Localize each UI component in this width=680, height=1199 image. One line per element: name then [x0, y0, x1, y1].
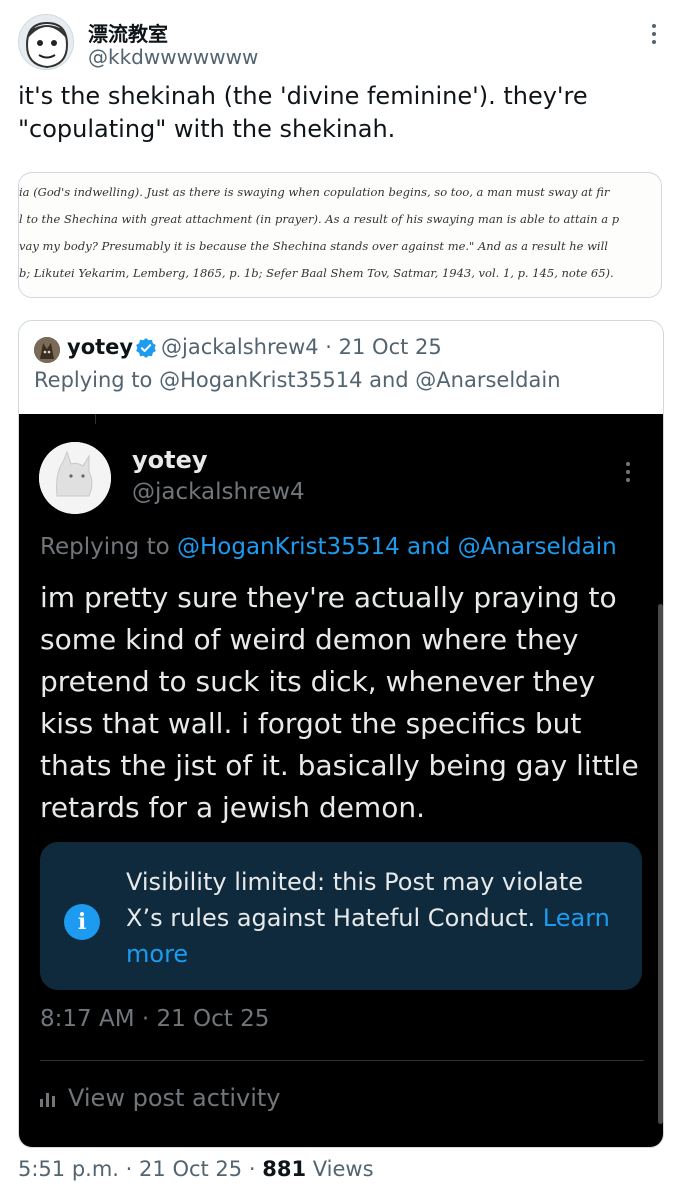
visibility-notice: i Visibility limited: this Post may viol… — [40, 842, 642, 990]
views-count: 881 — [262, 1157, 307, 1181]
book-line: l to the Shechina with great attachment … — [19, 212, 620, 226]
quote-replying-to: Replying to @HoganKrist35514 and @Anarse… — [34, 368, 561, 392]
embedded-replying-to: Replying to @HoganKrist35514 and @Anarse… — [40, 534, 617, 560]
author-handle[interactable]: @kkdwwwwwww — [88, 45, 258, 69]
scrollbar — [658, 604, 663, 1124]
book-line: ia (God's indwelling). Just as there is … — [19, 185, 610, 199]
embedded-more-icon — [626, 462, 632, 486]
views-label: Views — [312, 1157, 374, 1181]
book-line: b; Likutei Yekarim, Lemberg, 1865, p. 1b… — [19, 266, 614, 280]
author-avatar[interactable] — [18, 14, 74, 70]
quote-author-name: yotey — [67, 335, 134, 359]
separator: · — [125, 1157, 133, 1181]
analytics-icon — [40, 1091, 60, 1107]
embedded-post-text: im pretty sure they're actually praying … — [40, 581, 639, 824]
tweet-header: 漂流教室 @kkdwwwwwww — [18, 10, 662, 70]
embedded-author-handle: @jackalshrew4 — [132, 479, 305, 505]
embedded-screenshot: yotey @jackalshrew4 Replying to @HoganKr… — [19, 414, 663, 1147]
book-excerpt-image[interactable]: ia (God's indwelling). Just as there is … — [18, 172, 662, 298]
quote-meta: @jackalshrew4 · 21 Oct 25 — [161, 335, 442, 359]
replying-links: @HoganKrist35514 and @Anarseldain — [176, 534, 617, 560]
info-icon: i — [64, 904, 100, 940]
cartoon-face-icon — [19, 15, 73, 69]
embedded-author-name: yotey — [132, 446, 208, 474]
wolf-avatar-icon — [39, 442, 111, 514]
separator: · — [248, 1157, 256, 1181]
tweet-time[interactable]: 5:51 p.m. — [18, 1157, 119, 1181]
tweet-footer: 5:51 p.m. · 21 Oct 25 · 881 Views — [18, 1157, 374, 1181]
quoted-post[interactable]: yotey @jackalshrew4 · 21 Oct 25 Replying… — [18, 320, 664, 1148]
tweet-date[interactable]: 21 Oct 25 — [139, 1157, 242, 1181]
view-post-activity: View post activity — [40, 1084, 281, 1112]
activity-label: View post activity — [68, 1084, 281, 1112]
jackal-avatar-icon — [34, 337, 60, 363]
thread-line — [95, 414, 96, 424]
author-name[interactable]: 漂流教室 — [88, 18, 168, 47]
replying-prefix: Replying to — [40, 534, 170, 560]
notice-text: Visibility limited: this Post may violat… — [126, 864, 626, 972]
book-line: vay my body? Presumably it is because th… — [19, 239, 608, 253]
notice-message: Visibility limited: this Post may violat… — [126, 868, 584, 932]
quote-avatar — [34, 337, 60, 363]
tweet-text: it's the shekinah (the 'divine feminine'… — [18, 82, 588, 143]
embedded-timestamp: 8:17 AM · 21 Oct 25 — [40, 1006, 270, 1032]
divider — [40, 1060, 644, 1061]
embedded-avatar — [39, 442, 111, 514]
more-options-icon[interactable] — [652, 24, 658, 48]
verified-badge-icon — [136, 338, 156, 358]
